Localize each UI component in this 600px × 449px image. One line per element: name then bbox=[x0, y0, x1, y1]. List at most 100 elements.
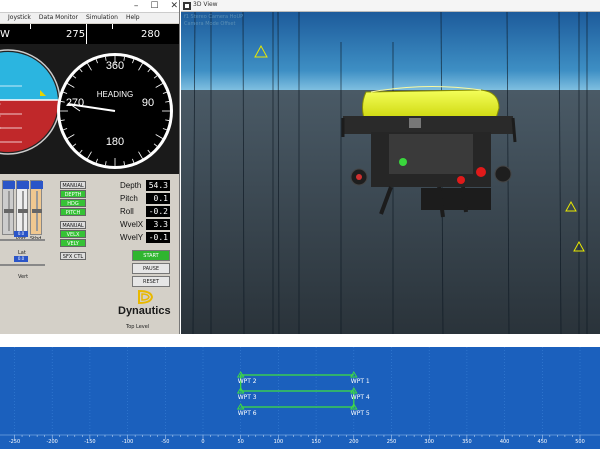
mode-button-manual-2[interactable]: MANUAL bbox=[60, 221, 86, 229]
menu-simulation[interactable]: Simulation bbox=[86, 13, 118, 23]
mode-button-sfx-ctl[interactable]: SFX CTL bbox=[60, 252, 86, 260]
compass-strip: W 275 280 bbox=[0, 24, 179, 44]
3d-scene[interactable] bbox=[181, 12, 600, 334]
compass-mark-275: 275 bbox=[66, 29, 86, 40]
waypoint-label: WPT 6 bbox=[237, 410, 257, 417]
x-tick-label: 500 bbox=[575, 439, 585, 445]
maximize-icon[interactable]: ☐ bbox=[150, 1, 158, 11]
sky bbox=[181, 12, 600, 90]
x-tick-label: 250 bbox=[386, 439, 397, 445]
slider-cap bbox=[17, 181, 29, 189]
x-tick-label: 100 bbox=[273, 439, 284, 445]
compass-mark-280: 280 bbox=[141, 29, 161, 40]
slider-cap bbox=[31, 181, 43, 189]
start-button[interactable]: START bbox=[132, 250, 170, 261]
compass-center-line bbox=[86, 24, 87, 44]
x-tick-label: 50 bbox=[237, 439, 244, 445]
readout-value-pitch: 0.1 bbox=[146, 193, 170, 204]
thruster-slider-port[interactable] bbox=[16, 180, 29, 235]
vertical-value: 0.0 bbox=[14, 256, 28, 262]
heading-gauge: 360 90 180 270 HEADING bbox=[57, 53, 173, 169]
slider-knob[interactable] bbox=[18, 209, 28, 213]
waypoint-label: WPT 1 bbox=[350, 378, 370, 385]
brand-name: Dynautics bbox=[118, 305, 171, 317]
slider-knob[interactable] bbox=[32, 209, 42, 213]
menu-data-monitor[interactable]: Data Monitor bbox=[39, 13, 78, 23]
waypoint-label: WPT 4 bbox=[350, 394, 370, 401]
x-tick-label: 0 bbox=[201, 439, 205, 445]
menu-joystick[interactable]: Joystick bbox=[8, 13, 31, 23]
x-tick-label: -250 bbox=[8, 439, 21, 445]
x-tick-label: -150 bbox=[84, 439, 96, 445]
status-top-level: Top Level bbox=[126, 324, 150, 330]
overlay-menu-line-2[interactable]: Camera Mode Offset bbox=[184, 21, 243, 28]
overlay-menu-line-1[interactable]: f1 Stereo Camera HoUP bbox=[184, 14, 243, 21]
compass-tick bbox=[30, 24, 31, 29]
compass-tick bbox=[112, 24, 113, 29]
menu-help[interactable]: Help bbox=[126, 13, 140, 23]
mode-button-vely[interactable]: VELY bbox=[60, 239, 86, 247]
gauge-svg: 360 90 180 270 HEADING bbox=[0, 49, 173, 169]
mode-button-hdg[interactable]: HDG bbox=[60, 199, 86, 207]
waypoint-plot-svg bbox=[0, 347, 600, 439]
waypoint-plot[interactable]: WPT 1 WPT 2 WPT 3 WPT 4 WPT 5 WPT 6 -250 -200 -… bbox=[0, 347, 600, 449]
mode-button-manual-1[interactable]: MANUAL bbox=[60, 181, 86, 189]
waypoint-label: WPT 2 bbox=[237, 378, 257, 385]
readout-label-wvely: WvelY bbox=[120, 233, 144, 242]
mode-button-pitch[interactable]: PITCH bbox=[60, 208, 86, 216]
slider-rail bbox=[0, 239, 45, 241]
3d-view-titlebar: 3D View bbox=[181, 0, 600, 12]
mode-button-depth[interactable]: DEPTH bbox=[60, 190, 86, 198]
reset-button[interactable]: RESET bbox=[132, 276, 170, 287]
heading-w: 270 bbox=[66, 97, 84, 109]
heading-e: 90 bbox=[142, 97, 154, 109]
x-tick-label: 200 bbox=[349, 439, 359, 445]
slider-label-lat: Lat bbox=[18, 250, 26, 256]
waypoint-label: WPT 3 bbox=[237, 394, 257, 401]
slider-rail bbox=[0, 264, 45, 266]
lateral-slider[interactable]: 0.0 bbox=[0, 231, 45, 243]
control-window-titlebar: – ☐ ✕ bbox=[0, 0, 179, 13]
compass-mark-w: W bbox=[0, 29, 10, 40]
x-tick-label: 150 bbox=[311, 439, 321, 445]
x-tick-label: -200 bbox=[46, 439, 58, 445]
readout-value-wvelx: 3.3 bbox=[146, 219, 170, 230]
gauge-area: 360 90 180 270 HEADING bbox=[0, 44, 179, 174]
dynautics-logo-icon bbox=[138, 290, 154, 304]
heading-label: HEADING bbox=[97, 90, 133, 99]
pause-button[interactable]: PAUSE bbox=[132, 263, 170, 274]
readout-label-depth: Depth bbox=[120, 181, 142, 190]
thruster-slider-stbd[interactable] bbox=[30, 180, 43, 235]
window-controls: – ☐ ✕ bbox=[134, 1, 178, 11]
lateral-value: 0.0 bbox=[14, 231, 28, 237]
control-menubar: Joystick Data Monitor Simulation Help bbox=[0, 13, 179, 23]
minimize-icon[interactable]: – bbox=[134, 1, 139, 11]
slider-label-vert: Vert bbox=[18, 274, 29, 280]
control-window: – ☐ ✕ Joystick Data Monitor Simulation H… bbox=[0, 0, 180, 334]
vertical-slider[interactable]: 0.0 bbox=[0, 256, 45, 268]
readout-value-wvely: -0.1 bbox=[146, 232, 170, 243]
x-tick-label: 350 bbox=[462, 439, 472, 445]
x-tick-label: 400 bbox=[499, 439, 510, 445]
3d-view-overlay-menu: f1 Stereo Camera HoUP Camera Mode Offset bbox=[184, 14, 243, 28]
readout-label-pitch: Pitch bbox=[120, 194, 138, 203]
mode-button-velx[interactable]: VELX bbox=[60, 230, 86, 238]
x-tick-label: 450 bbox=[537, 439, 548, 445]
readout-label-wvelx: WvelX bbox=[120, 220, 144, 229]
3d-view-window: 3D View f1 Stereo Camera HoUP Camera Mod… bbox=[181, 0, 600, 334]
app-icon bbox=[183, 2, 191, 10]
close-icon[interactable]: ✕ bbox=[170, 1, 178, 11]
waypoint-plot-window: WPT 1 WPT 2 WPT 3 WPT 4 WPT 5 WPT 6 -250 -200 -… bbox=[0, 334, 600, 449]
heading-s: 180 bbox=[106, 136, 124, 148]
thruster-slider-a[interactable] bbox=[2, 180, 15, 235]
waypoint-label: WPT 5 bbox=[350, 410, 370, 417]
readout-value-depth: 54.3 bbox=[146, 180, 170, 191]
slider-cap bbox=[3, 181, 15, 189]
waypoint-path bbox=[240, 374, 355, 408]
heading-n: 360 bbox=[106, 60, 124, 72]
readout-value-roll: -0.2 bbox=[146, 206, 170, 217]
readout-label-roll: Roll bbox=[120, 207, 134, 216]
attitude-indicator bbox=[0, 49, 61, 155]
x-tick-label: -50 bbox=[161, 439, 170, 445]
slider-knob[interactable] bbox=[4, 209, 14, 213]
